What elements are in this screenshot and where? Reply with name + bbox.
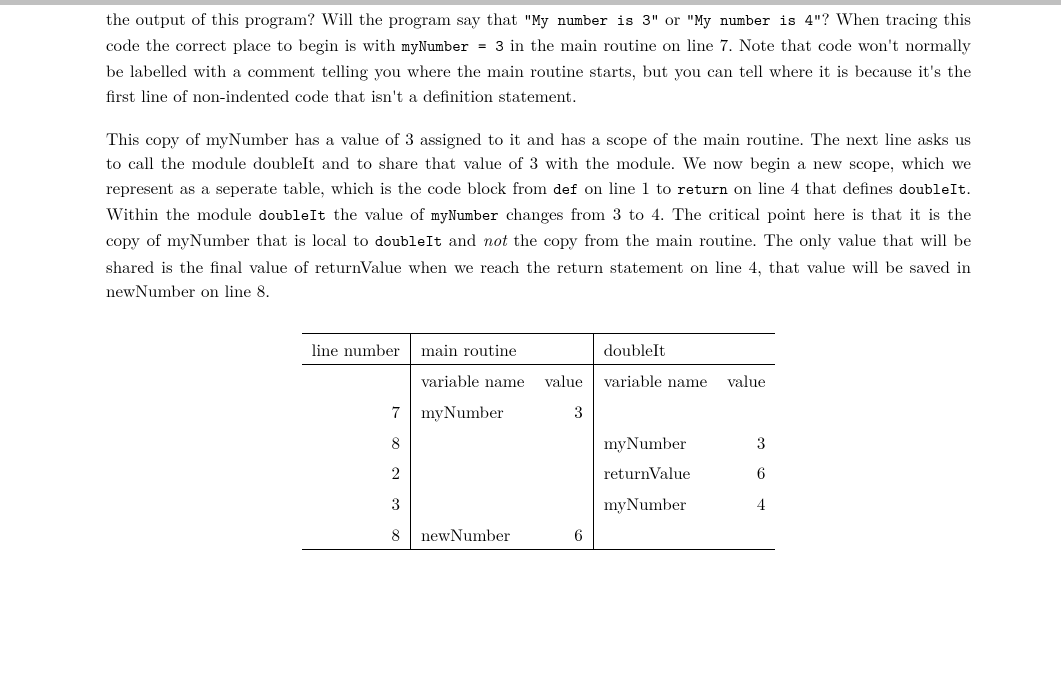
cell-line: 3	[302, 488, 411, 519]
text: the output of this program? Will the pro…	[106, 6, 524, 30]
code-text: doubleIt	[259, 205, 326, 226]
cell-line: 2	[302, 457, 411, 488]
cell-dbl-var: returnValue	[593, 457, 717, 488]
col-variable-name: variable name	[410, 365, 534, 396]
empty-cell	[302, 365, 411, 396]
table-row: 3 myNumber 4	[302, 488, 776, 519]
text: on line 1 to	[578, 175, 677, 199]
cell-line: 8	[302, 519, 411, 550]
code-text: doubleIt	[375, 231, 442, 252]
paragraph-2: This copy of myNumber has a value of 3 a…	[106, 126, 971, 303]
cell-dbl-var: myNumber	[593, 427, 717, 458]
trace-table-wrapper: line number main routine doubleIt variab…	[106, 333, 971, 550]
code-text: def	[553, 179, 578, 200]
cell-dbl-val	[717, 396, 775, 427]
cell-main-var	[410, 457, 534, 488]
col-doubleit: doubleIt	[593, 333, 775, 365]
cell-dbl-var	[593, 519, 717, 550]
cell-main-var	[410, 427, 534, 458]
cell-dbl-val: 3	[717, 427, 775, 458]
code-text: return	[677, 179, 727, 200]
col-value: value	[717, 365, 775, 396]
paragraph-1: the output of this program? Will the pro…	[106, 6, 971, 108]
table-row: 8 newNumber 6	[302, 519, 776, 550]
col-line-number: line number	[302, 333, 411, 365]
cell-main-val	[534, 457, 593, 488]
cell-dbl-val: 4	[717, 488, 775, 519]
cell-main-val: 3	[534, 396, 593, 427]
table-row: 8 myNumber 3	[302, 427, 776, 458]
code-text: doubleIt	[899, 179, 966, 200]
table-header-row-1: line number main routine doubleIt	[302, 333, 776, 365]
table-row: 7 myNumber 3	[302, 396, 776, 427]
text: on line 4 that defines	[728, 175, 899, 199]
cell-dbl-val	[717, 519, 775, 550]
cell-main-val	[534, 488, 593, 519]
table-header-row-2: variable name value variable name value	[302, 365, 776, 396]
cell-main-var: newNumber	[410, 519, 534, 550]
cell-line: 7	[302, 396, 411, 427]
code-text: "My number is 3"	[524, 10, 659, 31]
col-value: value	[534, 365, 593, 396]
code-text: myNumber = 3	[402, 36, 504, 57]
cell-main-val	[534, 427, 593, 458]
italic-text: not	[483, 227, 507, 251]
text: the value of	[326, 201, 431, 225]
text: or	[659, 6, 686, 30]
col-variable-name: variable name	[593, 365, 717, 396]
cell-dbl-val: 6	[717, 457, 775, 488]
table-row: 2 returnValue 6	[302, 457, 776, 488]
trace-table: line number main routine doubleIt variab…	[302, 333, 776, 550]
cell-main-var	[410, 488, 534, 519]
code-text: "My number is 4"	[686, 10, 821, 31]
cell-line: 8	[302, 427, 411, 458]
cell-main-val: 6	[534, 519, 593, 550]
col-main-routine: main routine	[410, 333, 593, 365]
cell-dbl-var: myNumber	[593, 488, 717, 519]
cell-main-var: myNumber	[410, 396, 534, 427]
cell-dbl-var	[593, 396, 717, 427]
text: and	[442, 227, 483, 251]
code-text: myNumber	[431, 205, 498, 226]
